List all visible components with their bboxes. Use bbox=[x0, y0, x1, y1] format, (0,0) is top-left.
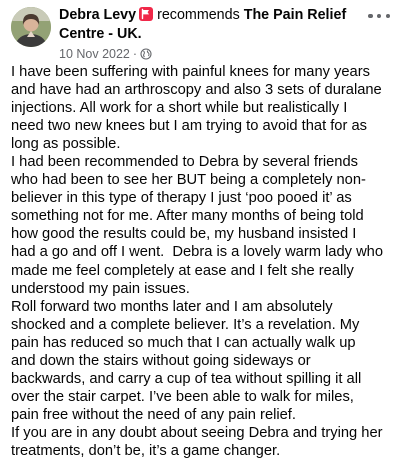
author-name[interactable]: Debra Levy bbox=[59, 7, 136, 23]
recommend-verb: recommends bbox=[157, 7, 240, 23]
page-name-suffix: . bbox=[137, 26, 142, 42]
more-options-icon[interactable] bbox=[368, 9, 390, 23]
review-post: Debra Levy recommends The Pain Relief Cen… bbox=[0, 0, 400, 459]
author-avatar[interactable] bbox=[11, 7, 51, 47]
meta-separator: · bbox=[132, 47, 138, 61]
post-headline: Debra Levy recommends The Pain Relief Cen… bbox=[59, 6, 359, 44]
post-date[interactable]: 10 Nov 2022 bbox=[59, 47, 130, 61]
avatar-photo bbox=[11, 7, 51, 47]
post-body: I have been suffering with painful knees… bbox=[11, 64, 384, 459]
flag-icon bbox=[139, 7, 154, 21]
globe-icon bbox=[140, 48, 152, 60]
post-meta: 10 Nov 2022 · bbox=[59, 47, 152, 61]
post-header: Debra Levy recommends The Pain Relief Cen… bbox=[11, 6, 396, 62]
